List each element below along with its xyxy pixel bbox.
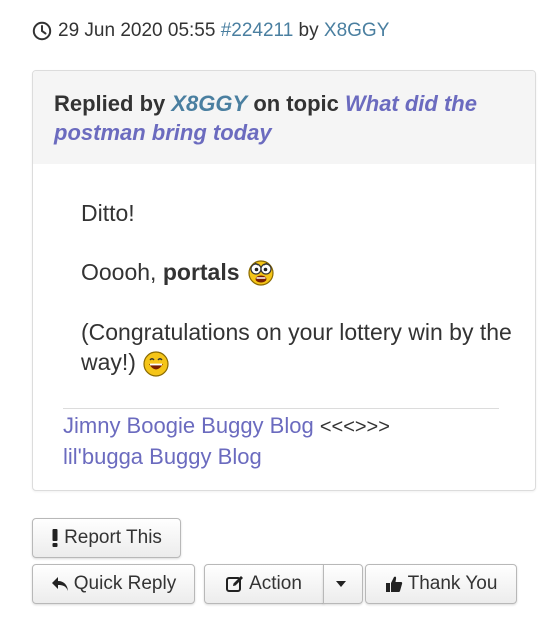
signature-separator: <<<>>> [319, 416, 390, 438]
signature-link-lilbugga[interactable]: lil'bugga Buggy Blog [63, 444, 262, 469]
post-id-link[interactable]: #224211 [221, 20, 294, 42]
action-button[interactable]: Action [204, 564, 324, 604]
signature: Jimny Boogie Buggy Blog <<<>>> lil'bugga… [63, 408, 499, 471]
quick-reply-label: Quick Reply [73, 573, 177, 594]
paragraph-text: Ooooh, [81, 259, 157, 285]
action-label: Action [249, 573, 302, 594]
by-label: by [298, 20, 319, 41]
action-dropdown-toggle[interactable] [323, 564, 363, 604]
post-meta: 29 Jun 2020 05:55 #224211 by X8GGY [32, 20, 389, 42]
exclamation-icon [52, 529, 58, 547]
report-button[interactable]: Report This [32, 518, 181, 558]
thank-you-label: Thank You [407, 573, 498, 594]
post-paragraph: (Congratulations on your lottery win by … [57, 317, 535, 378]
surprised-emoji-icon [248, 260, 274, 286]
reply-user-link[interactable]: X8GGY [171, 91, 247, 116]
quick-reply-button[interactable]: Quick Reply [32, 564, 195, 604]
reply-arrow-icon [51, 577, 68, 591]
caret-down-icon [335, 581, 346, 587]
post-paragraph: Ditto! [57, 198, 159, 228]
clock-icon [32, 21, 52, 41]
replied-by-label: Replied by [54, 91, 166, 116]
post-header: Replied by X8GGY on topic What did the p… [33, 71, 535, 164]
post-card: Replied by X8GGY on topic What did the p… [32, 70, 536, 491]
thank-you-button[interactable]: Thank You [365, 564, 517, 604]
edit-icon [226, 576, 244, 592]
on-topic-label: on topic [253, 91, 339, 116]
forum-post-page: 29 Jun 2020 05:55 #224211 by X8GGY Repli… [0, 0, 543, 640]
laughing-emoji-icon [143, 351, 169, 377]
bold-text: portals [162, 259, 240, 285]
author-link[interactable]: X8GGY [324, 20, 389, 42]
paragraph-text: Ditto! [81, 200, 135, 226]
post-date: 29 Jun 2020 05:55 [58, 20, 216, 41]
thumbs-up-icon [385, 576, 402, 592]
signature-link-jimny[interactable]: Jimny Boogie Buggy Blog [63, 413, 314, 438]
post-paragraph: Ooooh, portals [57, 257, 300, 287]
report-label: Report This [64, 527, 162, 548]
